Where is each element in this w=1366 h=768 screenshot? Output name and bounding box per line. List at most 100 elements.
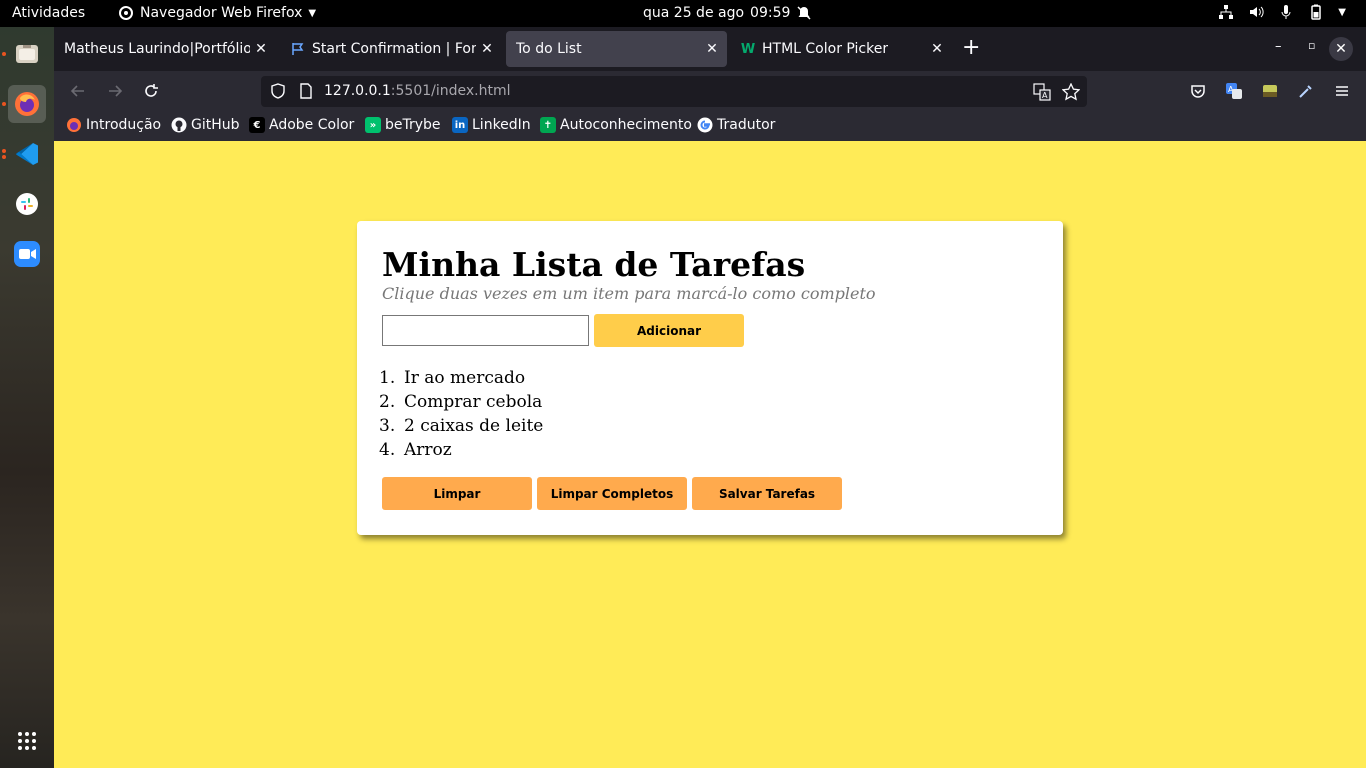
bookmark-adobe-color[interactable]: € Adobe Color xyxy=(249,117,354,133)
add-task-button[interactable]: Adicionar xyxy=(594,314,744,347)
tab-label: To do List xyxy=(516,41,582,57)
star-icon[interactable] xyxy=(1061,82,1081,105)
url-text[interactable]: 127.0.0.1:5501/index.html xyxy=(324,83,511,99)
task-text: Comprar cebola xyxy=(404,392,543,412)
vscode-icon[interactable] xyxy=(8,135,46,173)
dock xyxy=(0,27,54,768)
zoom-icon[interactable] xyxy=(8,235,46,273)
close-icon[interactable]: ✕ xyxy=(703,40,721,58)
task-item[interactable]: 4. Arroz xyxy=(379,438,543,462)
tab-label: HTML Color Picker xyxy=(762,41,889,57)
clear-completed-button[interactable]: Limpar Completos xyxy=(537,477,687,510)
bookmark-label: beTrybe xyxy=(385,117,441,133)
bookmarks-bar: Introdução GitHub € Adobe Color » beTryb… xyxy=(54,111,1366,141)
page-viewport: Minha Lista de Tarefas Clique duas vezes… xyxy=(54,141,1366,768)
volume-icon xyxy=(1250,6,1264,18)
tab-bar: Matheus Laurindo|Portfólio ✕ Start Confi… xyxy=(54,27,1366,71)
reload-button[interactable] xyxy=(141,81,161,101)
tab-start-confirmation[interactable]: Start Confirmation | Font ✕ xyxy=(280,31,502,67)
maximize-button[interactable]: ▫ xyxy=(1308,39,1315,52)
bookmark-label: Introdução xyxy=(86,117,162,133)
clock[interactable]: qua 25 de ago 09:59 xyxy=(643,5,812,21)
battery-icon xyxy=(1311,4,1322,20)
chevron-down-icon: ▼ xyxy=(1338,6,1346,18)
adobe-color-icon: € xyxy=(249,117,265,133)
task-number: 3. xyxy=(379,416,396,436)
autoconhecimento-icon: ✝ xyxy=(540,117,556,133)
bookmark-label: LinkedIn xyxy=(472,117,531,133)
flag-icon xyxy=(290,41,306,57)
betrybe-icon: » xyxy=(365,117,381,133)
bookmark-github[interactable]: GitHub xyxy=(171,117,240,133)
notifications-off-icon xyxy=(797,6,811,20)
task-item[interactable]: 1. Ir ao mercado xyxy=(379,366,543,390)
tab-todo-list[interactable]: To do List ✕ xyxy=(506,31,727,67)
clear-all-button[interactable]: Limpar xyxy=(382,477,532,510)
chevron-down-icon: ▼ xyxy=(308,7,317,19)
task-item[interactable]: 2. Comprar cebola xyxy=(379,390,543,414)
new-tab-button[interactable]: + xyxy=(962,37,980,59)
tab-label: Start Confirmation | Font xyxy=(312,41,476,57)
svg-text:A: A xyxy=(1042,91,1048,100)
eyedropper-icon[interactable] xyxy=(1296,81,1316,101)
app-grid-icon[interactable] xyxy=(8,722,46,760)
task-text: Ir ao mercado xyxy=(404,368,526,388)
task-item[interactable]: 3. 2 caixas de leite xyxy=(379,414,543,438)
page-icon[interactable] xyxy=(299,83,313,103)
bookmark-label: Adobe Color xyxy=(269,117,355,133)
app-name: Navegador Web Firefox xyxy=(140,5,303,21)
bookmark-autoconhecimento[interactable]: ✝ Autoconhecimento xyxy=(540,117,692,133)
task-text: 2 caixas de leite xyxy=(404,416,544,436)
bookmark-tradutor[interactable]: Tradutor xyxy=(697,117,775,133)
microphone-icon xyxy=(1281,5,1291,19)
firefox-icon xyxy=(66,117,82,133)
close-icon[interactable]: ✕ xyxy=(478,40,496,58)
github-icon xyxy=(171,117,187,133)
task-number: 2. xyxy=(379,392,396,412)
network-icon xyxy=(1219,5,1234,19)
close-icon[interactable]: ✕ xyxy=(928,40,946,58)
slack-icon[interactable] xyxy=(8,185,46,223)
tab-color-picker[interactable]: W HTML Color Picker ✕ xyxy=(730,31,952,67)
bookmark-label: Autoconhecimento xyxy=(560,117,692,133)
navigation-bar: 127.0.0.1:5501/index.html A A xyxy=(54,71,1366,111)
activities-button[interactable]: Atividades xyxy=(12,5,85,21)
task-list: 1. Ir ao mercado 2. Comprar cebola 3. 2 cai… xyxy=(379,366,543,462)
firefox-app-icon xyxy=(119,6,133,20)
shield-icon[interactable] xyxy=(270,83,286,103)
task-text: Arroz xyxy=(404,440,452,460)
back-button[interactable] xyxy=(68,81,88,101)
window-close-button[interactable]: ✕ xyxy=(1329,37,1353,61)
task-number: 4. xyxy=(379,440,396,460)
close-icon[interactable]: ✕ xyxy=(252,40,270,58)
app-menu[interactable]: Navegador Web Firefox ▼ xyxy=(118,5,316,21)
page-title: Minha Lista de Tarefas xyxy=(382,245,806,284)
translate-extension-icon[interactable]: A xyxy=(1224,81,1244,101)
bookmark-introducao[interactable]: Introdução xyxy=(66,117,161,133)
color-picker-extension-icon[interactable] xyxy=(1260,81,1280,101)
tab-portfolio[interactable]: Matheus Laurindo|Portfólio ✕ xyxy=(54,31,276,67)
pocket-icon[interactable] xyxy=(1188,81,1208,101)
google-icon xyxy=(697,117,713,133)
system-tray[interactable]: ▼ xyxy=(1218,4,1346,20)
menu-icon[interactable] xyxy=(1332,81,1352,101)
save-tasks-button[interactable]: Salvar Tarefas xyxy=(692,477,842,510)
bookmark-linkedin[interactable]: in LinkedIn xyxy=(452,117,531,133)
time-label: 09:59 xyxy=(750,5,791,21)
url-path: :5501/index.html xyxy=(390,83,511,99)
bookmark-betrybe[interactable]: » beTrybe xyxy=(365,117,441,133)
firefox-icon[interactable] xyxy=(8,85,46,123)
w3schools-icon: W xyxy=(740,41,756,57)
url-bar[interactable]: 127.0.0.1:5501/index.html A xyxy=(261,76,1087,107)
date-label: qua 25 de ago xyxy=(643,5,745,21)
page-subtitle: Clique duas vezes em um item para marcá-… xyxy=(382,284,876,303)
forward-button[interactable] xyxy=(105,81,125,101)
task-input[interactable] xyxy=(382,315,589,346)
bookmark-label: Tradutor xyxy=(717,117,776,133)
tab-label: Matheus Laurindo|Portfólio xyxy=(64,41,250,57)
translate-icon[interactable]: A xyxy=(1033,83,1051,105)
system-top-bar: Atividades Navegador Web Firefox ▼ qua 2… xyxy=(0,0,1366,27)
files-icon[interactable] xyxy=(8,35,46,73)
minimize-button[interactable]: – xyxy=(1275,39,1282,54)
bookmark-label: GitHub xyxy=(191,117,240,133)
